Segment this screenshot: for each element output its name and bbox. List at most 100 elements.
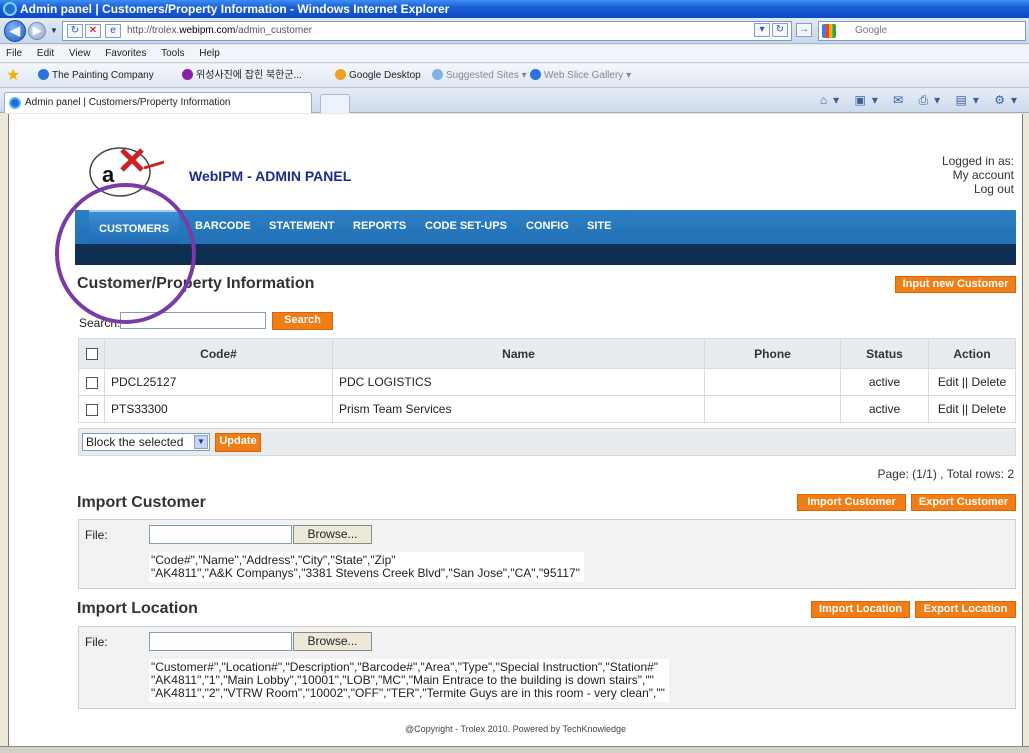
- bulk-action-bar: Block the selected ▼ Update: [78, 428, 1016, 456]
- window-title: Admin panel | Customers/Property Informa…: [20, 2, 450, 16]
- menu-file[interactable]: File: [0, 45, 28, 63]
- chevron-down-icon: ▼: [194, 435, 208, 449]
- location-sample-format: "Customer#","Location#","Description","B…: [149, 659, 669, 702]
- favorites-star-icon[interactable]: ★: [6, 67, 20, 85]
- search-engine-input[interactable]: Google: [818, 21, 1026, 41]
- history-dropdown-icon[interactable]: ▼: [50, 26, 58, 35]
- my-account-link[interactable]: My account: [942, 168, 1014, 182]
- web-slice-icon: [530, 69, 541, 80]
- export-customer-button[interactable]: Export Customer: [911, 494, 1016, 511]
- import-location-title: Import Location: [77, 600, 198, 617]
- menu-edit[interactable]: Edit: [31, 45, 60, 63]
- row-code: PDCL25127: [104, 368, 333, 396]
- col-name: Name: [332, 338, 705, 369]
- customer-table: Code# Name Phone Status Action PDCL25127…: [78, 338, 1016, 423]
- col-action: Action: [928, 338, 1016, 369]
- command-bar-icons[interactable]: ⌂▾ ▣▾ ✉ ⎙▾ ▤▾ ⚙▾: [820, 93, 1023, 108]
- refresh-icon[interactable]: ↻: [772, 23, 788, 37]
- row-phone: [704, 395, 841, 423]
- address-bar-row: ◀ ▶ ▼ ↻ ✕ e http://trolex.webipm.com/adm…: [0, 18, 1029, 44]
- ie-icon: [3, 2, 17, 16]
- url-prefix: http://trolex.: [127, 25, 180, 36]
- row-checkbox[interactable]: [85, 376, 98, 389]
- row-edit-delete-links[interactable]: Edit || Delete: [928, 368, 1016, 396]
- menu-view[interactable]: View: [63, 45, 97, 63]
- go-icon[interactable]: →: [796, 23, 812, 37]
- new-tab-button[interactable]: [320, 94, 350, 113]
- stop-icon[interactable]: ✕: [85, 24, 101, 38]
- nav-code-setups[interactable]: CODE SET-UPS: [425, 220, 507, 232]
- fav-suggested-sites[interactable]: Suggested Sites ▾: [432, 64, 527, 87]
- page-content: a WebIPM - ADMIN PANEL Logged in as: My …: [8, 114, 1023, 746]
- nav-customers[interactable]: CUSTOMERS: [89, 210, 180, 244]
- nav-statement[interactable]: STATEMENT: [269, 220, 335, 232]
- row-status: active: [840, 395, 929, 423]
- fav-painting-company[interactable]: The Painting Company: [38, 64, 154, 87]
- menu-tools[interactable]: Tools: [155, 45, 190, 63]
- search-button[interactable]: Search: [272, 312, 333, 330]
- url-domain: webipm.com: [179, 25, 236, 36]
- export-location-button[interactable]: Export Location: [915, 601, 1016, 618]
- company-logo: a: [89, 147, 164, 197]
- row-name: Prism Team Services: [332, 395, 705, 423]
- row-code: PTS33300: [104, 395, 333, 423]
- address-dropdown-icon[interactable]: ▾: [754, 23, 770, 37]
- import-customer-title: Import Customer: [77, 494, 206, 511]
- import-location-button[interactable]: Import Location: [811, 601, 910, 618]
- menu-help[interactable]: Help: [193, 45, 226, 63]
- file-label: File:: [85, 635, 108, 649]
- row-phone: [704, 368, 841, 396]
- browser-tab-active[interactable]: Admin panel | Customers/Property Informa…: [4, 92, 312, 113]
- logged-in-label: Logged in as:: [941, 154, 1014, 168]
- update-button[interactable]: Update: [215, 433, 261, 452]
- nav-config[interactable]: CONFIG: [526, 220, 569, 232]
- select-all-checkbox[interactable]: [85, 348, 98, 361]
- col-phone: Phone: [704, 338, 841, 369]
- customers-section-title: Customer/Property Information: [77, 275, 315, 292]
- ie-tab-icon: [9, 97, 21, 109]
- app-title: WebIPM - ADMIN PANEL: [189, 168, 352, 184]
- login-info: Logged in as: My account Log out: [942, 154, 1014, 196]
- nav-site[interactable]: SITE: [587, 220, 611, 232]
- customer-search-input[interactable]: [120, 312, 266, 329]
- row-edit-delete-links[interactable]: Edit || Delete: [928, 395, 1016, 423]
- row-status: active: [840, 368, 929, 396]
- search-engine-placeholder: Google: [855, 25, 888, 36]
- customer-browse-button[interactable]: Browse...: [293, 525, 372, 544]
- yahoo-icon: [182, 69, 193, 80]
- row-checkbox[interactable]: [85, 403, 98, 416]
- table-header-row: Code# Name Phone Status Action: [78, 338, 1016, 369]
- window-title-bar: Admin panel | Customers/Property Informa…: [0, 0, 1029, 18]
- url-path: /admin_customer: [235, 25, 313, 36]
- fav-web-slice-gallery[interactable]: Web Slice Gallery ▾: [530, 64, 631, 87]
- google-icon: [822, 24, 836, 38]
- url-input[interactable]: ↻ ✕ e http://trolex.webipm.com/admin_cus…: [62, 21, 792, 41]
- page-icon: e: [105, 24, 121, 38]
- row-select-cell: [78, 368, 105, 396]
- menu-bar: File Edit View Favorites Tools Help: [0, 45, 1029, 63]
- suggested-sites-icon: [432, 69, 443, 80]
- col-code: Code#: [104, 338, 333, 369]
- compat-icon[interactable]: ↻: [67, 24, 83, 38]
- fav-news-link[interactable]: 위성사진에 잡힌 북한군...: [182, 64, 302, 87]
- input-new-customer-button[interactable]: Input new Customer: [895, 276, 1016, 293]
- import-customer-button[interactable]: Import Customer: [797, 494, 906, 511]
- bulk-action-select[interactable]: Block the selected ▼: [82, 433, 210, 451]
- menu-favorites[interactable]: Favorites: [99, 45, 152, 63]
- location-browse-button[interactable]: Browse...: [293, 632, 372, 651]
- nav-barcode[interactable]: BARCODE: [195, 220, 251, 232]
- fav-google-desktop[interactable]: Google Desktop: [335, 64, 421, 87]
- location-file-input[interactable]: [149, 632, 292, 651]
- table-row: PTS33300 Prism Team Services active Edit…: [78, 395, 1016, 423]
- customer-file-input[interactable]: [149, 525, 292, 544]
- footer-copyright: @Copyright - Trolex 2010. Powered by Tec…: [404, 724, 627, 734]
- nav-lower-strip: [75, 244, 1016, 265]
- web-page-icon: [38, 69, 49, 80]
- row-select-cell: [78, 395, 105, 423]
- status-bar: [0, 746, 1029, 753]
- tab-title: Admin panel | Customers/Property Informa…: [25, 97, 231, 108]
- log-out-link[interactable]: Log out: [942, 182, 1014, 196]
- forward-button[interactable]: ▶: [28, 22, 46, 40]
- back-button[interactable]: ◀: [4, 20, 26, 42]
- nav-reports[interactable]: REPORTS: [353, 220, 406, 232]
